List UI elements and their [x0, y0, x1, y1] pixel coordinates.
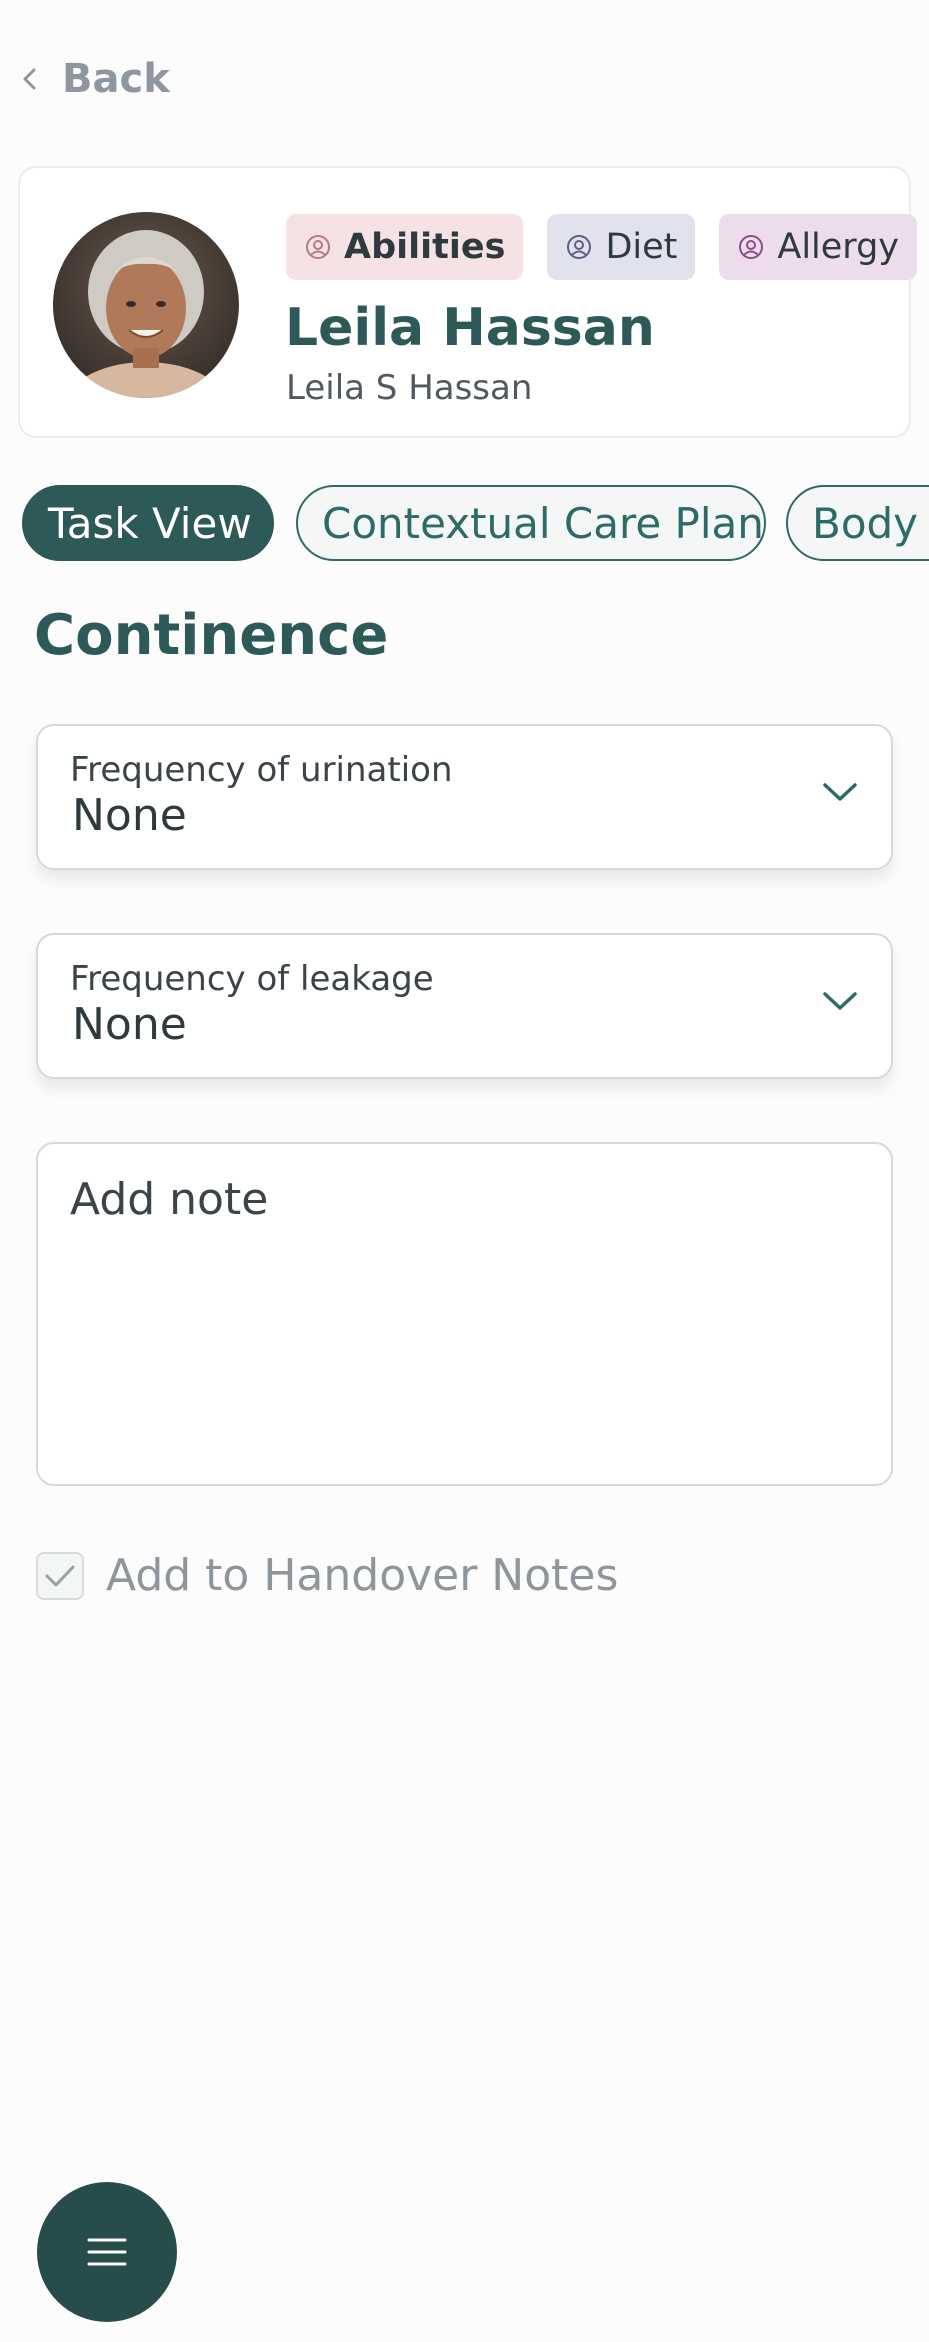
handover-label: Add to Handover Notes [106, 1550, 619, 1601]
user-circle-icon [739, 235, 764, 259]
badge-allergy[interactable]: Allergy [719, 214, 918, 280]
tab-contextual-care-plan[interactable]: Contextual Care Plan [296, 485, 766, 561]
avatar[interactable] [53, 212, 239, 398]
handover-notes-checkbox-row[interactable]: Add to Handover Notes [36, 1550, 618, 1601]
badge-diet[interactable]: Diet [547, 214, 696, 280]
checkmark-icon [45, 1565, 75, 1586]
user-circle-icon [306, 235, 330, 259]
select-label: Frequency of leakage [70, 959, 434, 999]
tab-task-view[interactable]: Task View [22, 485, 274, 561]
tab-body[interactable]: Body [786, 485, 929, 561]
user-circle-icon [567, 235, 592, 259]
menu-icon [87, 2238, 127, 2266]
resident-name: Leila Hassan [285, 298, 655, 358]
select-value: None [72, 999, 187, 1050]
leakage-frequency-select[interactable]: Frequency of leakage None [36, 933, 893, 1079]
tab-label: Body [812, 498, 919, 548]
select-value: None [72, 790, 187, 841]
menu-button[interactable] [37, 2182, 177, 2322]
profile-badges: Abilities Diet Allergy [286, 214, 918, 280]
chevron-down-icon [823, 783, 857, 801]
resident-full-name: Leila S Hassan [286, 368, 533, 408]
note-input[interactable] [36, 1142, 893, 1486]
back-button[interactable]: Back [20, 56, 170, 102]
view-tabs: Task View Contextual Care Plan Body [22, 485, 929, 563]
chevron-left-icon [23, 68, 36, 90]
tab-label: Task View [48, 498, 252, 548]
section-title: Continence [34, 603, 389, 668]
urination-frequency-select[interactable]: Frequency of urination None [36, 724, 893, 870]
badge-label: Allergy [777, 227, 900, 267]
badge-abilities[interactable]: Abilities [286, 214, 524, 280]
badge-label: Abilities [344, 227, 506, 267]
resident-profile-card: Abilities Diet Allergy Leila Hassan Leil… [18, 166, 918, 438]
chevron-down-icon [823, 992, 857, 1010]
handover-checkbox[interactable] [36, 1551, 84, 1600]
care-task-page: Back Abilities Diet Allergy Leila Hassan… [0, 0, 929, 2342]
back-label: Back [62, 56, 170, 102]
select-label: Frequency of urination [70, 750, 453, 790]
tab-label: Contextual Care Plan [322, 498, 764, 548]
badge-label: Diet [605, 227, 678, 267]
resident-photo [53, 212, 239, 398]
